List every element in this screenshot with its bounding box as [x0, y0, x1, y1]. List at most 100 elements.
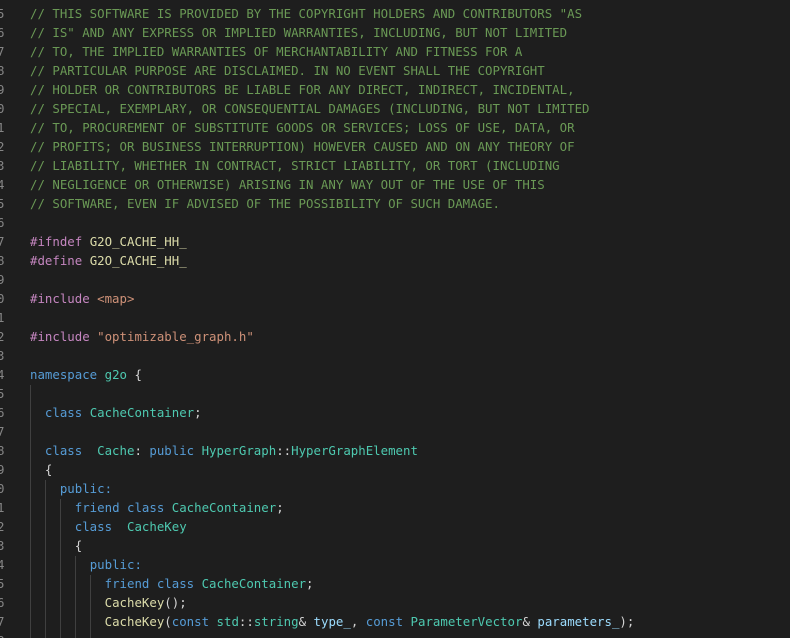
code-token: ;	[194, 405, 202, 420]
code-token: // LIABILITY, WHETHER IN CONTRACT, STRIC…	[30, 158, 560, 173]
code-token: );	[619, 614, 635, 629]
code-line[interactable]: class CacheContainer;	[30, 403, 202, 422]
code-token: // NEGLIGENCE OR OTHERWISE) ARISING IN A…	[30, 177, 545, 192]
code-line[interactable]: namespace g2o {	[30, 365, 142, 384]
code-token: ::	[238, 614, 254, 629]
code-token: // IS" AND ANY EXPRESS OR IMPLIED WARRAN…	[30, 25, 568, 40]
code-line[interactable]: // TO, PROCUREMENT OF SUBSTITUTE GOODS O…	[30, 118, 575, 137]
code-token: const	[365, 614, 411, 629]
code-token: {	[127, 367, 142, 382]
code-line[interactable]: CacheKey(const std::string& type_, const…	[30, 612, 635, 631]
code-editor[interactable]: 5678901234567890123456789012345678 // TH…	[0, 0, 790, 638]
code-line[interactable]: friend class CacheContainer;	[30, 498, 284, 517]
code-line[interactable]: public:	[30, 479, 112, 498]
code-token: namespace	[30, 367, 105, 382]
code-line[interactable]: // IS" AND ANY EXPRESS OR IMPLIED WARRAN…	[30, 23, 567, 42]
code-line[interactable]: #define G2O_CACHE_HH_	[30, 251, 187, 270]
code-token: &	[298, 614, 314, 629]
code-token: class	[74, 519, 127, 534]
code-token: public:	[89, 557, 142, 572]
code-token: string	[253, 614, 299, 629]
code-token: ;	[306, 576, 314, 591]
code-token: friend	[104, 576, 157, 591]
code-token: "optimizable_graph.h"	[97, 329, 254, 344]
code-token: CacheKey	[126, 519, 187, 534]
code-token: ();	[164, 595, 187, 610]
code-line[interactable]: #include "optimizable_graph.h"	[30, 327, 254, 346]
code-token: public:	[59, 481, 113, 496]
code-token: // PROFITS; OR BUSINESS INTERRUPTION) HO…	[30, 139, 575, 154]
code-token: // TO, PROCUREMENT OF SUBSTITUTE GOODS O…	[30, 120, 575, 135]
code-token: ,	[350, 614, 366, 629]
code-line[interactable]: // TO, THE IMPLIED WARRANTIES OF MERCHAN…	[30, 42, 522, 61]
code-line[interactable]: // THIS SOFTWARE IS PROVIDED BY THE COPY…	[30, 4, 582, 23]
code-token: #define	[30, 253, 90, 268]
code-token: public	[149, 443, 202, 458]
code-token: std	[216, 614, 239, 629]
code-token: CacheContainer	[89, 405, 195, 420]
code-token: const	[171, 614, 217, 629]
code-token: // HOLDER OR CONTRIBUTORS BE LIABLE FOR …	[30, 82, 575, 97]
code-token: friend	[74, 500, 127, 515]
code-line[interactable]: // PROFITS; OR BUSINESS INTERRUPTION) HO…	[30, 137, 575, 156]
code-line[interactable]: class Cache: public HyperGraph::HyperGra…	[30, 441, 418, 460]
code-token: CacheContainer	[171, 500, 277, 515]
code-token: HyperGraphElement	[291, 443, 418, 458]
code-line[interactable]: // LIABILITY, WHETHER IN CONTRACT, STRIC…	[30, 156, 560, 175]
code-line[interactable]: // PARTICULAR PURPOSE ARE DISCLAIMED. IN…	[30, 61, 545, 80]
code-token: #include	[30, 329, 98, 344]
code-line[interactable]: // SPECIAL, EXEMPLARY, OR CONSEQUENTIAL …	[30, 99, 590, 118]
code-token: G2O_CACHE_HH_	[89, 234, 187, 249]
code-token: #ifndef	[30, 234, 90, 249]
code-token: type_	[313, 614, 351, 629]
code-line[interactable]: CacheKey();	[30, 593, 187, 612]
code-token: class	[44, 405, 90, 420]
code-token: #include	[30, 291, 98, 306]
code-token: parameters_	[537, 614, 620, 629]
code-token: G2O_CACHE_HH_	[89, 253, 187, 268]
code-token: :	[134, 443, 150, 458]
code-token: class	[156, 576, 202, 591]
code-token: class	[126, 500, 172, 515]
code-token: // TO, THE IMPLIED WARRANTIES OF MERCHAN…	[30, 44, 523, 59]
code-token: ParameterVector	[410, 614, 523, 629]
code-token: ;	[276, 500, 284, 515]
code-token: CacheKey	[104, 595, 165, 610]
code-token: (	[164, 614, 172, 629]
code-area[interactable]: // THIS SOFTWARE IS PROVIDED BY THE COPY…	[0, 0, 790, 638]
code-line[interactable]: {	[30, 460, 52, 479]
code-token: ::	[276, 443, 292, 458]
code-token: CacheContainer	[201, 576, 307, 591]
code-token: // PARTICULAR PURPOSE ARE DISCLAIMED. IN…	[30, 63, 545, 78]
code-token: <map>	[97, 291, 135, 306]
code-token: g2o	[104, 367, 127, 382]
code-token: // THIS SOFTWARE IS PROVIDED BY THE COPY…	[30, 6, 583, 21]
code-token: {	[30, 538, 83, 553]
code-line[interactable]: class CacheKey	[30, 517, 187, 536]
code-token: CacheKey	[104, 614, 165, 629]
code-line[interactable]: #include <map>	[30, 289, 134, 308]
code-token: // SOFTWARE, EVEN IF ADVISED OF THE POSS…	[30, 196, 500, 211]
code-token: // SPECIAL, EXEMPLARY, OR CONSEQUENTIAL …	[30, 101, 590, 116]
code-line[interactable]: // HOLDER OR CONTRIBUTORS BE LIABLE FOR …	[30, 80, 575, 99]
code-token: class	[44, 443, 98, 458]
code-line[interactable]: friend class CacheContainer;	[30, 574, 314, 593]
code-token: {	[30, 462, 53, 477]
code-line[interactable]: // NEGLIGENCE OR OTHERWISE) ARISING IN A…	[30, 175, 545, 194]
code-line[interactable]: {	[30, 536, 82, 555]
code-token: &	[522, 614, 538, 629]
code-token: HyperGraph	[201, 443, 277, 458]
code-token: Cache	[97, 443, 135, 458]
code-line[interactable]: // SOFTWARE, EVEN IF ADVISED OF THE POSS…	[30, 194, 500, 213]
code-line[interactable]: public:	[30, 555, 142, 574]
code-line[interactable]: #ifndef G2O_CACHE_HH_	[30, 232, 187, 251]
